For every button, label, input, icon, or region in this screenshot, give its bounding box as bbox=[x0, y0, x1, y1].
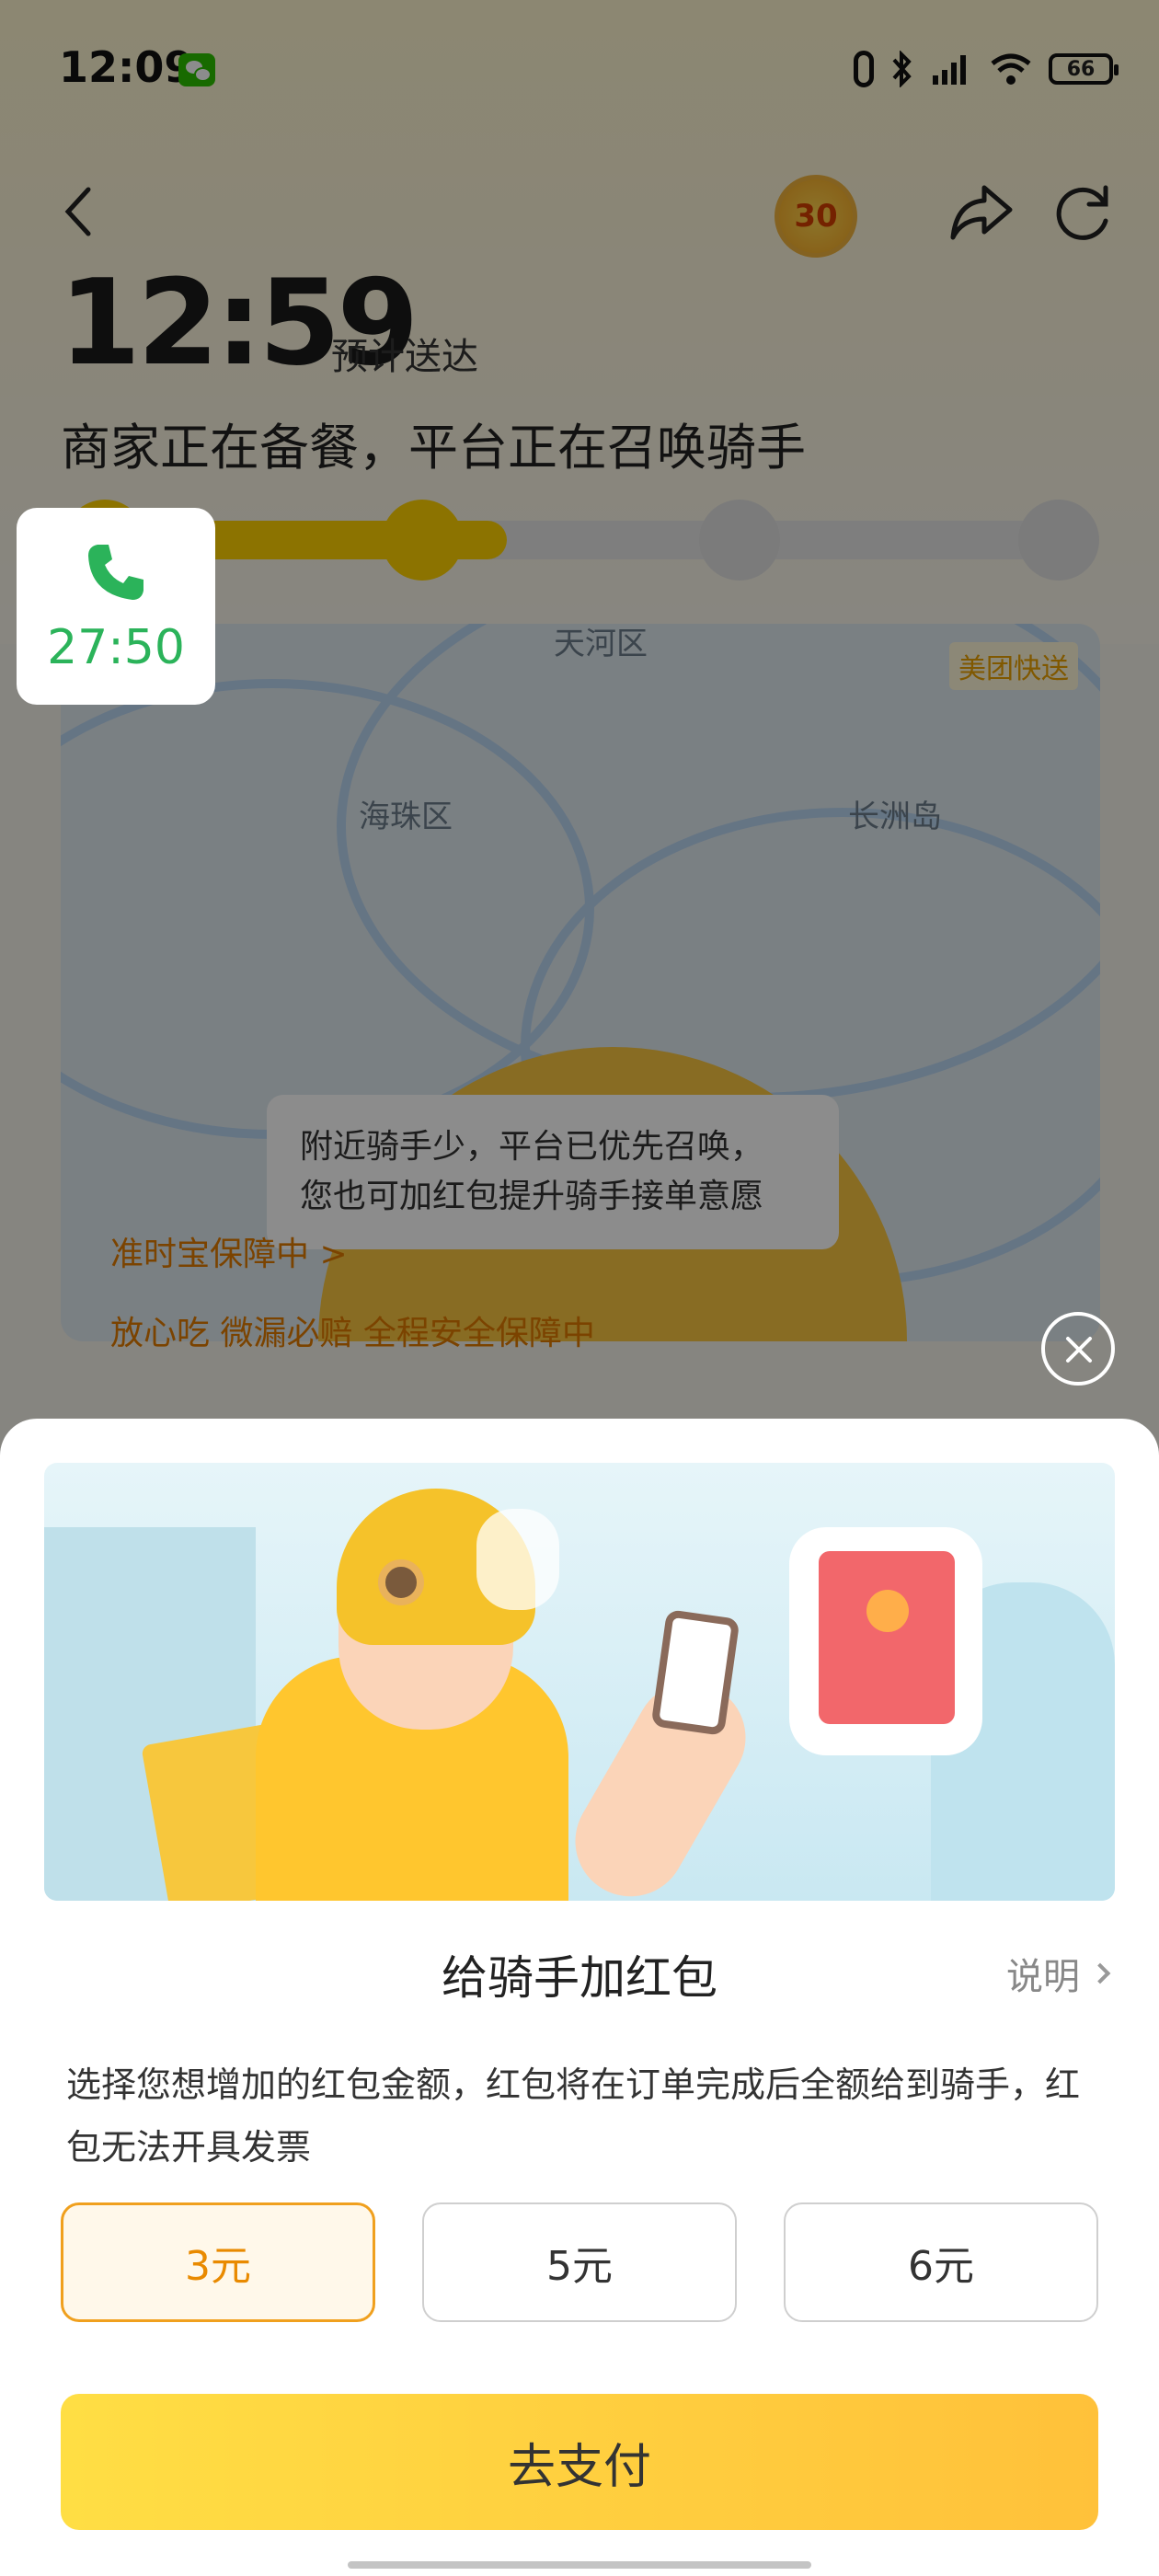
amount-options: 3元 5元 6元 bbox=[61, 2202, 1098, 2322]
amount-option-5[interactable]: 5元 bbox=[422, 2202, 737, 2322]
chevron-right-icon bbox=[1089, 1962, 1111, 1984]
call-floating-card[interactable]: 27:50 bbox=[17, 508, 215, 705]
amount-option-6[interactable]: 6元 bbox=[784, 2202, 1098, 2322]
rider-illustration bbox=[44, 1463, 1115, 1901]
banner-visor bbox=[476, 1509, 559, 1610]
sheet-title: 给骑手加红包 bbox=[442, 1951, 717, 2005]
tip-description: 选择您想增加的红包金额，红包将在订单完成后全额给到骑手，红包无法开具发票 bbox=[66, 2064, 1081, 2168]
pay-button[interactable]: 去支付 bbox=[61, 2394, 1098, 2530]
add-tip-sheet: 给骑手加红包 说明 选择您想增加的红包金额，红包将在订单完成后全额给到骑手，红包… bbox=[0, 1419, 1159, 2576]
phone-icon bbox=[81, 537, 151, 607]
call-duration: 27:50 bbox=[47, 620, 185, 675]
red-envelope-seal bbox=[866, 1590, 909, 1632]
red-envelope-icon bbox=[819, 1551, 955, 1724]
home-indicator[interactable] bbox=[348, 2561, 811, 2569]
amount-option-3[interactable]: 3元 bbox=[61, 2202, 375, 2322]
banner-helmet-ear bbox=[378, 1559, 424, 1605]
close-icon[interactable] bbox=[1041, 1312, 1115, 1386]
help-link[interactable]: 说明 bbox=[1006, 1947, 1111, 2000]
help-link-label: 说明 bbox=[1006, 1956, 1080, 1998]
